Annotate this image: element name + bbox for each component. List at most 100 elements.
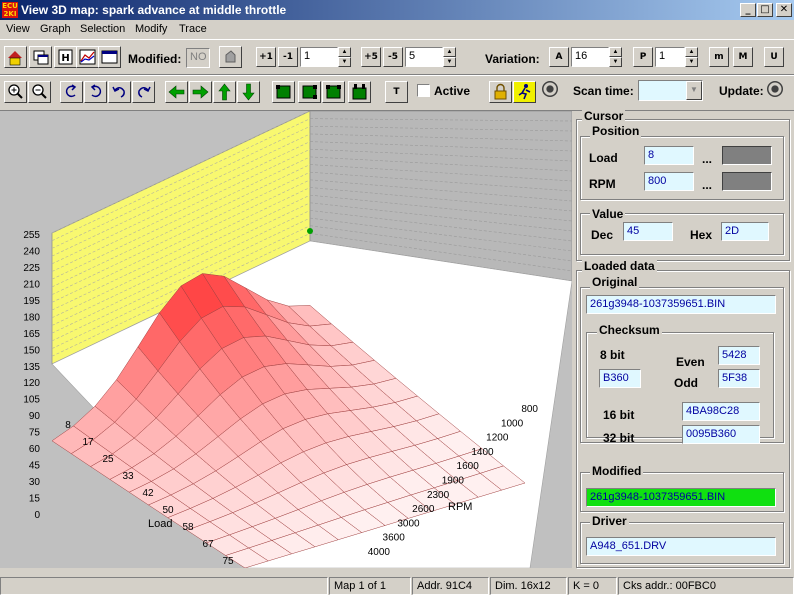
load-value-field[interactable]: 8 [644,146,694,165]
load-label: Load [589,151,618,165]
lock-icon[interactable] [489,81,512,103]
decrement-5-button[interactable]: -5 [383,47,403,67]
modified-title: Modified [590,464,644,478]
select-row-icon[interactable] [298,81,321,103]
menu-selection[interactable]: Selection [80,23,125,35]
odd-label: Odd [674,376,698,390]
select-cell-icon[interactable] [272,81,295,103]
original-title: Original [590,275,640,289]
z-tick-label: 45 [29,461,41,472]
menu-modify[interactable]: Modify [135,23,167,35]
u-button[interactable]: U [764,47,784,67]
variation-p-input[interactable]: 1 [655,47,685,67]
status-dim: Dim. 16x12 [490,577,567,595]
rpm-value-field[interactable]: 800 [644,172,694,191]
chevron-down-icon[interactable]: ▼ [686,81,702,100]
m-upper-button[interactable]: M [733,47,753,67]
menu-graph[interactable]: Graph [40,23,71,35]
zoom-out-icon[interactable] [28,81,51,103]
undo-icon[interactable] [108,81,131,103]
variation-a-input[interactable]: 16 [571,47,609,67]
minimize-button[interactable]: _ [740,3,756,17]
graph-2d-icon[interactable] [76,46,99,68]
status-empty [0,577,328,595]
driver-file-field[interactable]: A948_651.DRV [586,537,776,556]
bit8-value-field[interactable]: B360 [599,369,641,388]
arrow-down-icon[interactable] [237,81,260,103]
runner-icon[interactable] [513,81,536,103]
variation-p-spinner[interactable]: ▲ ▼ [685,47,698,67]
bit8-label: 8 bit [600,348,625,362]
increment-1-button[interactable]: +1 [256,47,276,67]
z-tick-label: 210 [23,279,40,290]
z-tick-label: 150 [23,345,40,356]
record-icon[interactable] [542,81,558,97]
variation-a-spinner[interactable]: ▲ ▼ [609,47,622,67]
odd-value-field[interactable]: 5F38 [718,369,760,388]
even-value-field[interactable]: 5428 [718,346,760,365]
original-file-field[interactable]: 261g3948-1037359651.BIN [586,295,776,314]
map-3d-view[interactable]: 255 240 225 210 195 180 165 150 135 120 105 90 75 60 4… [0,111,572,568]
surface-plot[interactable]: 2552402252101951801651501351201059075604… [0,111,572,568]
rotate-right-icon[interactable] [84,81,107,103]
maximize-button[interactable]: □ [757,3,773,17]
decrement-1-button[interactable]: -1 [278,47,298,67]
position-title: Position [590,124,642,138]
m-lower-button[interactable]: m [709,47,729,67]
arrow-right-icon[interactable] [189,81,212,103]
scan-time-label: Scan time: [573,84,634,98]
dec-value-field[interactable]: 45 [623,222,673,241]
even-label: Even [676,355,705,369]
hex-view-icon[interactable]: H [54,46,77,68]
arrow-left-icon[interactable] [165,81,188,103]
info-panel: Cursor Position Load 8 ... RPM 800 ... V… [572,109,794,568]
loaded-data-title: Loaded data [582,259,657,273]
home-icon[interactable] [4,46,27,68]
select-all-icon[interactable] [348,81,371,103]
zoom-in-icon[interactable] [4,81,27,103]
write-icon[interactable] [219,46,242,68]
hex-value-field[interactable]: 2D [721,222,769,241]
table-view-icon[interactable] [98,46,121,68]
menu-trace[interactable]: Trace [179,23,207,35]
title-bar[interactable]: ECU 2KI View 3D map: spark advance at mid… [0,0,794,20]
rpm-axis-label: RPM [448,501,472,513]
svg-text:H: H [61,53,69,64]
active-checkbox[interactable] [417,84,430,97]
close-button[interactable]: ✕ [776,3,792,17]
active-label: Active [434,84,471,98]
menu-view[interactable]: View [6,23,30,35]
bit32-value-field[interactable]: 0095B360 [682,425,760,444]
increment-5-button[interactable]: +5 [361,47,381,67]
redo-icon[interactable] [132,81,155,103]
arrow-up-icon[interactable] [213,81,236,103]
modified-label: Modified: [128,52,182,66]
variation-p-button[interactable]: P [633,47,653,67]
step-5-input[interactable]: 5 [405,47,443,67]
z-tick-label: 180 [23,312,40,323]
select-column-icon[interactable] [322,81,345,103]
rpm-tick-label: 2300 [427,490,450,501]
load-tick-label: 17 [82,437,94,448]
variation-a-button[interactable]: A [549,47,569,67]
z-tick-label: 105 [23,395,40,406]
update-indicator-icon[interactable] [767,81,783,97]
bit16-value-field[interactable]: 4BA98C28 [682,402,760,421]
windows-icon[interactable] [29,46,52,68]
text-mode-button[interactable]: T [385,81,408,103]
status-bar: Map 1 of 1 Addr. 91C4 Dim. 16x12 K = 0 C… [0,577,794,595]
step-5-spinner[interactable]: ▲ ▼ [443,47,456,67]
rpm-tick-label: 800 [521,404,538,415]
modified-file-field[interactable]: 261g3948-1037359651.BIN [586,488,776,507]
step-1-spinner[interactable]: ▲ ▼ [338,47,351,67]
rpm-tick-label: 3000 [397,518,420,529]
scan-time-select[interactable]: ▼ [638,80,703,101]
step-1-input[interactable]: 1 [300,47,338,67]
load-axis-label: Load [148,518,172,530]
cursor-marker[interactable] [307,228,313,234]
rotate-left-icon[interactable] [60,81,83,103]
z-tick-label: 195 [23,296,40,307]
variation-label: Variation: [485,52,540,66]
modified-field: NO [186,48,210,68]
load-tick-label: 67 [202,539,214,550]
